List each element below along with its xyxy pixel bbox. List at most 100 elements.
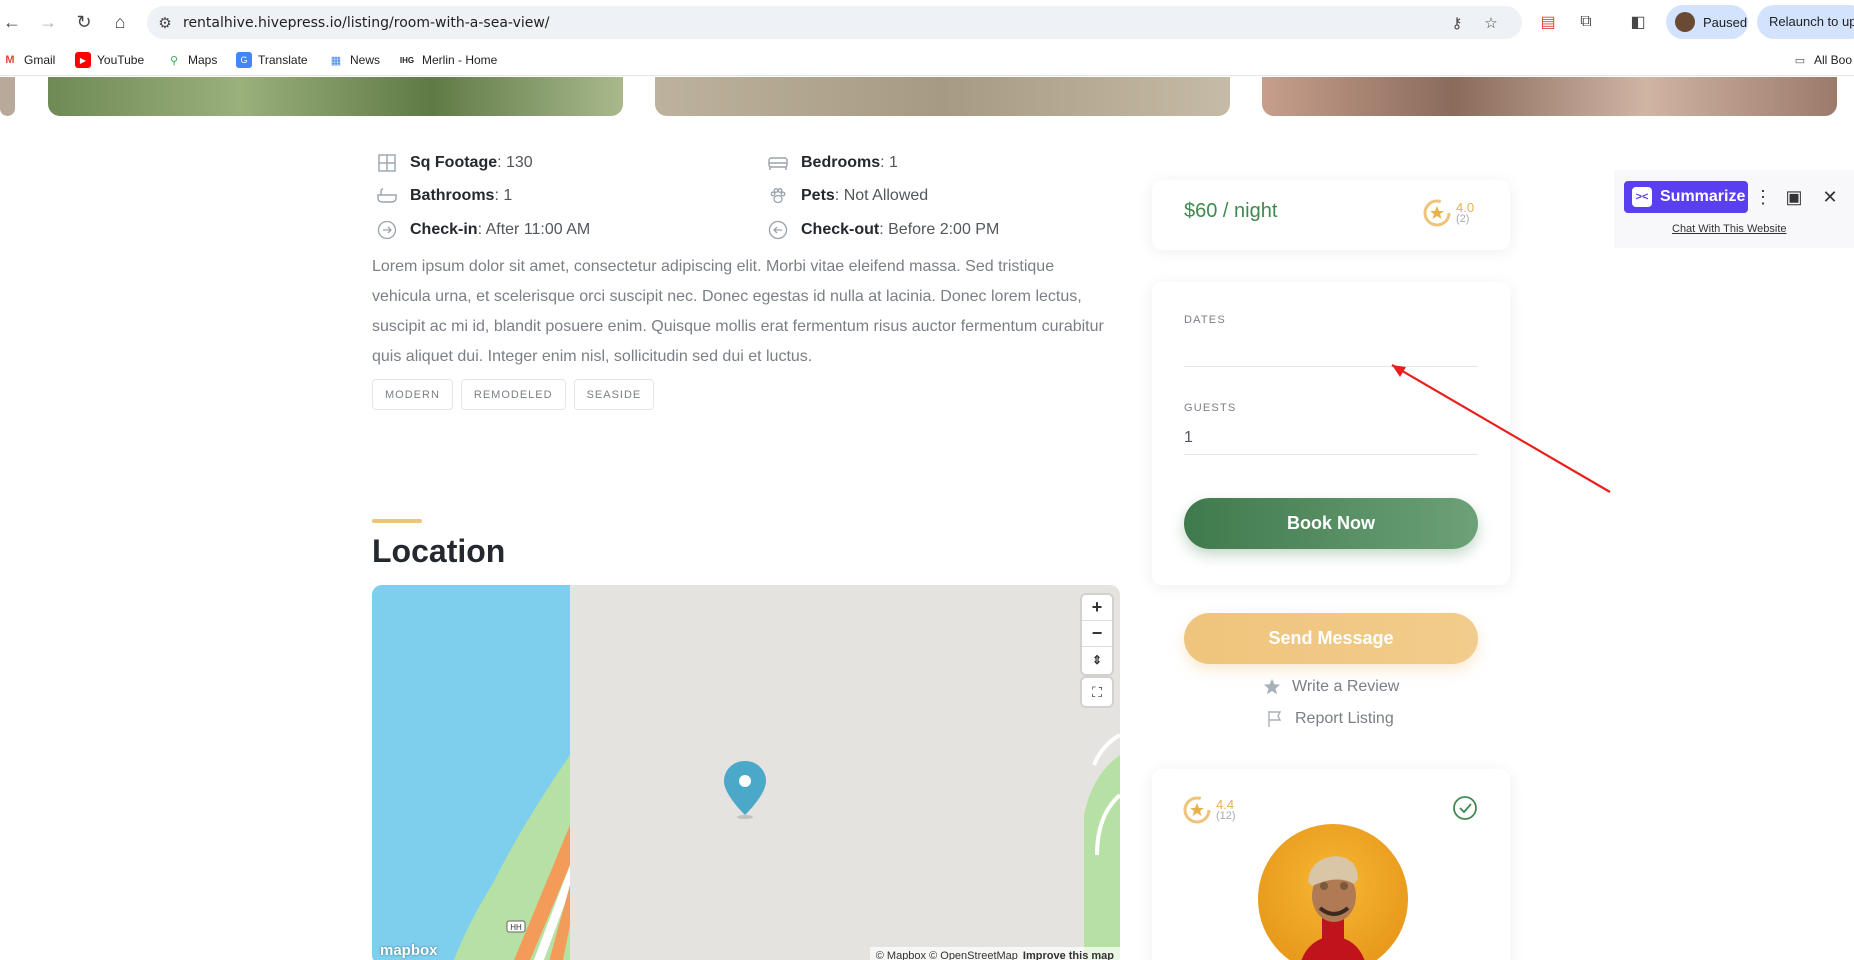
site-settings-icon[interactable]: ⚙ [155,13,175,33]
report-listing-link[interactable]: Report Listing [1265,709,1394,729]
youtube-icon: ▶ [75,52,91,68]
gallery-image[interactable] [655,77,1230,116]
bookmark-all-bookmarks[interactable]: ▭ All Boo [1792,50,1852,70]
address-bar[interactable]: ⚙ rentalhive.hivepress.io/listing/room-w… [147,6,1522,39]
book-now-button[interactable]: Book Now [1184,498,1478,549]
attribution-text[interactable]: © Mapbox © OpenStreetMap [876,950,1018,960]
listing-price: $60 / night [1184,200,1278,222]
feature-value: : Before 2:00 PM [879,221,1000,238]
price-card: $60 / night 4.0 (2) [1152,180,1510,250]
bed-icon [767,152,789,174]
tag-seaside[interactable]: SEASIDE [573,379,655,410]
feature-bedrooms: Bedrooms: 1 [767,152,898,174]
merlin-icon: IHG [399,55,415,65]
folder-icon: ▭ [1794,54,1806,67]
avatar [1675,12,1695,32]
star-icon [1262,677,1282,697]
bookmark-gmail[interactable]: M Gmail [2,50,55,70]
arrow-left-circle-icon [767,219,789,241]
bath-icon [376,185,398,207]
feature-label: Pets [801,187,835,204]
listing-rating[interactable]: 4.0 (2) [1422,198,1474,228]
listing-description: Lorem ipsum dolor sit amet, consectetur … [372,258,1104,365]
send-message-button[interactable]: Send Message [1184,613,1478,664]
zoom-out-button[interactable]: − [1082,621,1112,647]
bookmark-label: News [350,53,381,67]
feature-pets: Pets: Not Allowed [767,185,928,207]
location-title: Location [372,533,506,569]
relaunch-button[interactable]: Relaunch to upd [1757,5,1854,39]
feature-sq-footage: Sq Footage: 130 [376,152,533,174]
translate-icon: G [236,52,252,68]
bookmark-translate[interactable]: G Translate [236,50,308,70]
location-pin-icon[interactable] [724,761,766,815]
reload-icon[interactable]: ↻ [72,10,96,34]
maps-icon: ⚲ [169,54,179,67]
mapbox-logo: mapbox [380,942,438,959]
bookmark-label: Translate [258,53,308,67]
feature-check-in: Check-in: After 11:00 AM [376,219,590,241]
tag-remodeled[interactable]: REMODELED [460,379,566,410]
page-content: Sq Footage: 130 Bedrooms: 1 Bathrooms: 1… [0,77,1854,960]
feature-check-out: Check-out: Before 2:00 PM [767,219,999,241]
map-canvas[interactable]: HH [372,585,1120,960]
rating-star-icon [1423,199,1451,227]
host-card: 4.4 (12) [1152,769,1510,960]
bookmark-maps[interactable]: ⚲ Maps [166,50,217,70]
home-icon[interactable]: ⌂ [108,10,132,34]
rating-count: (2) [1456,213,1470,225]
back-icon[interactable]: ← [0,10,24,34]
bookmark-star-icon[interactable]: ☆ [1481,13,1501,33]
gallery-image[interactable] [1262,77,1837,116]
map-zoom-controls: + − ⇕ [1082,595,1112,674]
profile-button[interactable]: Paused [1666,5,1748,39]
feature-label: Check-in [410,221,478,238]
gallery-image[interactable] [48,77,623,116]
verified-check-icon [1452,795,1478,826]
bookmark-label: YouTube [97,53,145,67]
host-avatar[interactable] [1258,824,1408,960]
rating-count: (12) [1216,810,1236,822]
close-icon[interactable]: ✕ [1819,186,1841,208]
bookmark-label: All Boo [1814,53,1853,67]
more-options-icon[interactable]: ⋮ [1752,186,1774,208]
summarize-logo-icon: >< [1632,187,1652,207]
hide-widget-icon[interactable]: ▣ [1783,186,1805,208]
improve-map-link[interactable]: Improve this map [1023,950,1114,960]
feature-label: Bathrooms [410,187,495,204]
chat-with-website-link[interactable]: Chat With This Website [1672,223,1787,235]
todoist-extension-icon[interactable]: ▤ [1536,10,1560,34]
url-text[interactable]: rentalhive.hivepress.io/listing/room-wit… [183,15,550,31]
write-review-link[interactable]: Write a Review [1262,677,1399,697]
fullscreen-icon[interactable]: ⛶ [1082,678,1112,706]
password-key-icon[interactable]: ⚷ [1447,13,1467,33]
news-icon: ▦ [330,54,342,67]
gmail-icon: M [5,54,15,66]
bookmark-news[interactable]: ▦ News [328,50,380,70]
bookmark-label: Gmail [24,53,56,67]
feature-value: : 1 [880,154,898,171]
compass-icon[interactable]: ⇕ [1082,647,1112,673]
bookmark-merlin[interactable]: IHG Merlin - Home [398,50,497,70]
bookmark-label: Maps [188,53,218,67]
arrow-right-circle-icon [376,219,398,241]
rating-star-icon [1183,796,1211,824]
gallery-image[interactable] [0,77,15,116]
forward-icon[interactable]: → [36,10,60,34]
summarize-button[interactable]: >< Summarize [1624,181,1748,213]
annotation-arrow [1391,364,1611,493]
location-map[interactable]: HH + − ⇕ ⛶ mapbox © Mapbox © OpenStreetM… [372,585,1120,960]
side-panel-icon[interactable]: ◧ [1626,10,1650,34]
feature-label: Check-out [801,221,880,238]
map-attribution: © Mapbox © OpenStreetMap Improve this ma… [869,947,1120,960]
sq-footage-icon [376,152,398,174]
bookmark-youtube[interactable]: ▶ YouTube [75,50,144,70]
extensions-icon[interactable]: ⧉ [1574,10,1598,34]
tag-modern[interactable]: MODERN [372,379,453,410]
host-rating[interactable]: 4.4 (12) [1182,795,1236,825]
write-review-label: Write a Review [1292,678,1400,695]
zoom-in-button[interactable]: + [1082,595,1112,621]
feature-value: : 1 [494,187,513,204]
paw-icon [767,185,789,207]
guests-label: GUESTS [1184,402,1237,414]
